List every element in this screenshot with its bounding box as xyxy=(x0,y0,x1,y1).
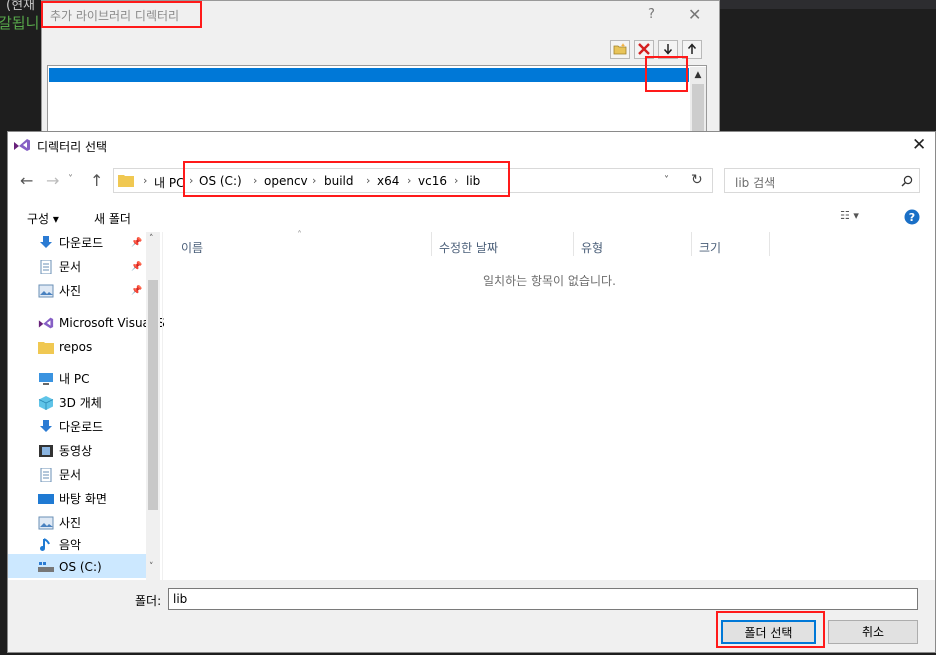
selected-list-row[interactable] xyxy=(49,68,689,82)
computer-icon xyxy=(39,373,53,385)
highlight-box-new-line-button xyxy=(645,56,688,92)
pin-icon[interactable]: 📌 xyxy=(131,232,142,254)
download-icon xyxy=(40,420,52,432)
nav-item-downloads-pinned[interactable]: 다운로드 📌 xyxy=(18,232,148,254)
nav-item-videos[interactable]: 동영상 xyxy=(18,440,148,462)
folder-name-input[interactable]: lib xyxy=(168,588,918,610)
nav-item-this-pc[interactable]: 내 PC xyxy=(18,368,148,390)
video-icon xyxy=(39,445,53,457)
scroll-down-icon[interactable]: ˅ xyxy=(149,562,154,572)
download-icon xyxy=(40,236,52,248)
new-folder-icon xyxy=(613,43,627,55)
column-divider xyxy=(769,232,770,256)
delete-icon xyxy=(638,43,650,55)
nav-item-pictures-pinned[interactable]: 사진 📌 xyxy=(18,280,148,302)
column-header-name[interactable]: 이름 xyxy=(181,239,203,256)
select-directory-dialog: 디렉터리 선택 ✕ ← → ˅ ↑ › 내 PC › OS (C:) › ope… xyxy=(7,131,936,653)
address-dropdown-icon[interactable]: ˅ xyxy=(664,175,669,186)
close-button[interactable]: ✕ xyxy=(912,135,926,155)
empty-folder-message: 일치하는 항목이 없습니다. xyxy=(483,274,616,288)
view-options-icon[interactable]: ☷ ▾ xyxy=(840,209,859,222)
addlib-close-button[interactable]: ✕ xyxy=(688,5,701,24)
nav-scroll-thumb[interactable] xyxy=(148,280,158,510)
nav-scrollbar[interactable]: ˄ ˅ xyxy=(146,232,160,580)
highlight-box-select-button xyxy=(716,611,825,648)
nav-item-downloads[interactable]: 다운로드 xyxy=(18,416,148,438)
nav-item-pictures[interactable]: 사진 xyxy=(18,512,148,534)
up-arrow-icon[interactable]: ↑ xyxy=(90,171,103,190)
svg-text:?: ? xyxy=(909,211,915,224)
nav-item-repos[interactable]: repos xyxy=(18,336,148,358)
search-input[interactable]: lib 검색 xyxy=(724,168,920,193)
nav-item-microsoft-visual-studio[interactable]: Microsoft Visual S xyxy=(18,312,165,334)
command-bar: 구성 ▾ 새 폴더 ☷ ▾ ? xyxy=(8,204,935,231)
music-icon xyxy=(40,538,50,551)
document-icon xyxy=(40,260,52,274)
help-button[interactable]: ? xyxy=(648,7,655,22)
column-divider xyxy=(431,232,432,256)
new-folder-button[interactable] xyxy=(610,40,630,59)
background-titlebar xyxy=(720,0,936,9)
visual-studio-icon xyxy=(38,317,54,329)
list-scrollbar[interactable]: ▲ xyxy=(690,67,706,141)
nav-item-desktop[interactable]: 바탕 화면 xyxy=(18,488,148,510)
column-header-type[interactable]: 유형 xyxy=(581,239,603,256)
column-header-modified[interactable]: 수정한 날짜 xyxy=(439,239,498,256)
document-icon xyxy=(40,468,52,482)
back-arrow-icon[interactable]: ← xyxy=(20,171,33,190)
move-down-icon xyxy=(663,44,673,55)
new-folder-command[interactable]: 새 폴더 xyxy=(94,210,131,227)
help-icon[interactable]: ? xyxy=(904,209,920,225)
search-placeholder: lib 검색 xyxy=(735,176,776,190)
scroll-up-icon[interactable]: ▲ xyxy=(690,67,706,83)
column-header-size[interactable]: 크기 xyxy=(699,239,721,256)
visual-studio-icon xyxy=(14,139,30,151)
nav-item-os-c[interactable]: OS (C:) xyxy=(18,556,148,578)
forward-arrow-icon[interactable]: → xyxy=(46,171,59,190)
breadcrumb-separator-icon[interactable]: › xyxy=(143,174,147,187)
refresh-icon[interactable]: ↻ xyxy=(691,172,703,188)
file-list[interactable]: ˄ 이름 수정한 날짜 유형 크기 일치하는 항목이 없습니다. xyxy=(162,230,932,580)
nav-item-music[interactable]: 음악 xyxy=(18,534,148,556)
search-icon[interactable] xyxy=(901,175,913,187)
column-divider xyxy=(691,232,692,256)
picture-icon xyxy=(38,284,54,298)
breadcrumb-this-pc[interactable]: 내 PC xyxy=(154,174,184,191)
dialog-title: 디렉터리 선택 xyxy=(37,140,108,154)
scroll-up-icon[interactable]: ˄ xyxy=(149,234,154,244)
folder-label: 폴더: xyxy=(135,594,162,608)
directory-list[interactable]: ▲ xyxy=(47,65,707,141)
column-divider xyxy=(573,232,574,256)
nav-item-3d-objects[interactable]: 3D 개체 xyxy=(18,392,148,414)
navigation-pane[interactable]: 다운로드 📌 문서 📌 사진 📌 Microsoft Visual S repo… xyxy=(8,232,165,580)
3d-objects-icon xyxy=(38,396,54,410)
nav-item-documents[interactable]: 문서 xyxy=(18,464,148,486)
highlight-box-address-path xyxy=(183,161,510,197)
pin-icon[interactable]: 📌 xyxy=(131,256,142,278)
cancel-button[interactable]: 취소 xyxy=(828,620,918,644)
highlight-box-title xyxy=(41,1,202,28)
desktop-icon xyxy=(38,494,54,504)
nav-item-documents-pinned[interactable]: 문서 📌 xyxy=(18,256,148,278)
drive-icon xyxy=(38,562,54,572)
recent-dropdown-icon[interactable]: ˅ xyxy=(68,174,73,185)
background-comment-text: 갈됩니 xyxy=(0,14,40,32)
folder-icon xyxy=(38,342,54,354)
pin-icon[interactable]: 📌 xyxy=(131,280,142,302)
picture-icon xyxy=(38,516,54,530)
folder-icon xyxy=(118,175,134,187)
organize-menu-button[interactable]: 구성 ▾ xyxy=(27,210,59,227)
move-up-icon xyxy=(687,43,697,54)
sort-indicator-icon: ˄ xyxy=(297,230,302,241)
